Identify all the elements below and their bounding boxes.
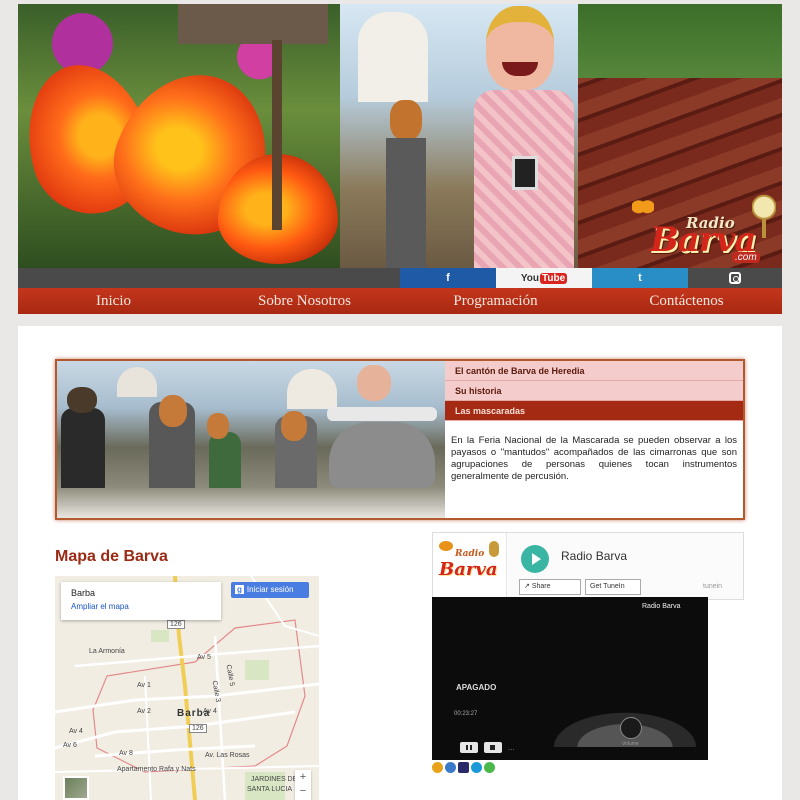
- itunes-icon[interactable]: [445, 762, 456, 773]
- banner-church-image: [340, 4, 578, 268]
- map-place-name: Barba: [71, 588, 96, 598]
- volume-label: Volume: [622, 741, 639, 747]
- header-banner: Radio Barva .com: [18, 4, 782, 268]
- player-logo-barva: Barva: [439, 559, 498, 580]
- zoom-in-button[interactable]: +: [295, 770, 311, 784]
- route-126-south: 126: [189, 724, 207, 733]
- youtube-tube-text: Tube: [540, 272, 568, 284]
- banner-flowers-image: [18, 4, 340, 268]
- radio-barva-logo[interactable]: Radio Barva .com: [630, 194, 780, 266]
- play-button[interactable]: [521, 545, 549, 573]
- instagram-link[interactable]: [688, 268, 782, 288]
- realplayer-icon[interactable]: [471, 762, 482, 773]
- zoom-out-button[interactable]: −: [295, 784, 311, 798]
- twitter-icon: t: [638, 272, 642, 284]
- map-zoom-control: + −: [295, 770, 311, 800]
- map-info-card: Barba Ampliar el mapa: [61, 582, 221, 620]
- map-label-apartamento: Apartamento Rafa y Nats: [117, 766, 196, 773]
- map-label-av6: Av 6: [63, 742, 77, 749]
- map-label-jardines: JARDINES DE: [251, 776, 298, 783]
- nav-programacion[interactable]: Programación: [400, 288, 591, 314]
- player-logo-radio: Radio: [455, 549, 485, 559]
- player-mini-icons: [432, 762, 495, 773]
- more-options[interactable]: ...: [508, 743, 515, 752]
- stream-status: APAGADO: [456, 683, 497, 692]
- nav-inicio[interactable]: Inicio: [18, 288, 209, 314]
- youtube-you-text: You: [520, 272, 539, 284]
- map-login-label: Iniciar sesión: [246, 585, 294, 594]
- twitter-link[interactable]: t: [592, 268, 688, 288]
- map-label-la-armonia: La Armonía: [89, 648, 125, 655]
- stream-player: Radio Barva APAGADO 00:23:27 Volume ...: [432, 597, 708, 760]
- logo-com-text: .com: [732, 252, 760, 263]
- stream-controls: ...: [460, 742, 515, 753]
- winamp-icon[interactable]: [432, 762, 443, 773]
- map-heading: Mapa de Barva: [55, 548, 168, 565]
- youtube-icon: You Tube: [520, 272, 568, 284]
- social-strip: f You Tube t: [18, 268, 782, 288]
- map-town-label: Barba: [177, 708, 211, 719]
- nav-sobre-nosotros[interactable]: Sobre Nosotros: [209, 288, 400, 314]
- instagram-icon: [729, 272, 741, 284]
- satellite-toggle-thumbnail[interactable]: [63, 776, 89, 800]
- slide-description: En la Feria Nacional de la Mascarada se …: [451, 435, 737, 482]
- embedded-map[interactable]: La Armonía Av 5 Av 1 Av 2 Av 4 Av 4 Av 6…: [55, 576, 319, 800]
- map-label-santa-lucia: SANTA LUCIA: [247, 786, 292, 793]
- map-login-button[interactable]: g Iniciar sesión: [231, 582, 309, 598]
- station-name: Radio Barva: [561, 549, 628, 563]
- stream-time: 00:23:27: [454, 711, 478, 717]
- nav-contactenos[interactable]: Contáctenos: [591, 288, 782, 314]
- tab-su-historia[interactable]: Su historia: [445, 381, 743, 401]
- map-label-av5: Av 5: [197, 654, 211, 661]
- player-station-logo: Radio Barva: [433, 533, 507, 601]
- slider-tabs: El cantón de Barva de Heredia Su histori…: [445, 361, 743, 518]
- volume-knob[interactable]: [620, 717, 642, 739]
- slide-image[interactable]: [57, 361, 445, 518]
- stop-button[interactable]: [484, 742, 502, 753]
- map-label-av1: Av 1: [137, 682, 151, 689]
- google-plus-icon: g: [235, 585, 244, 594]
- microphone-icon: [489, 541, 499, 557]
- main-content: El cantón de Barva de Heredia Su histori…: [18, 326, 782, 800]
- enlarge-map-link[interactable]: Ampliar el mapa: [71, 602, 221, 611]
- map-label-av2: Av 2: [137, 708, 151, 715]
- feature-slider: El cantón de Barva de Heredia Su histori…: [55, 359, 745, 520]
- butterfly-icon: [439, 541, 453, 551]
- vlc-icon[interactable]: [484, 762, 495, 773]
- facebook-icon: f: [446, 272, 450, 284]
- tab-canton-barva[interactable]: El cantón de Barva de Heredia: [445, 361, 743, 381]
- media-player-icon[interactable]: [458, 762, 469, 773]
- map-label-av8: Av 8: [119, 750, 133, 757]
- share-label: Share: [531, 583, 551, 590]
- site-header: Radio Barva .com f You Tube t Inicio Sobr…: [18, 4, 782, 314]
- main-nav: Inicio Sobre Nosotros Programación Contá…: [18, 288, 782, 314]
- get-tunein-button[interactable]: Get TuneIn: [585, 579, 641, 595]
- microphone-icon: [752, 194, 776, 238]
- stream-title: Radio Barva: [642, 603, 681, 610]
- youtube-link[interactable]: You Tube: [496, 268, 592, 288]
- map-label-las-rosas: Av. Las Rosas: [205, 752, 250, 759]
- butterfly-icon: [632, 198, 654, 220]
- route-126-north: 126: [167, 620, 185, 629]
- map-label-av4-west: Av 4: [69, 728, 83, 735]
- tunein-brand: tunein: [703, 583, 723, 590]
- share-icon: ↗: [524, 583, 532, 590]
- pause-button[interactable]: [460, 742, 478, 753]
- tab-las-mascaradas[interactable]: Las mascaradas: [445, 401, 743, 421]
- tunein-player-card: Radio Barva Radio Barva ↗ Share Get Tune…: [432, 532, 744, 601]
- facebook-link[interactable]: f: [400, 268, 496, 288]
- share-button[interactable]: ↗ Share: [519, 579, 581, 595]
